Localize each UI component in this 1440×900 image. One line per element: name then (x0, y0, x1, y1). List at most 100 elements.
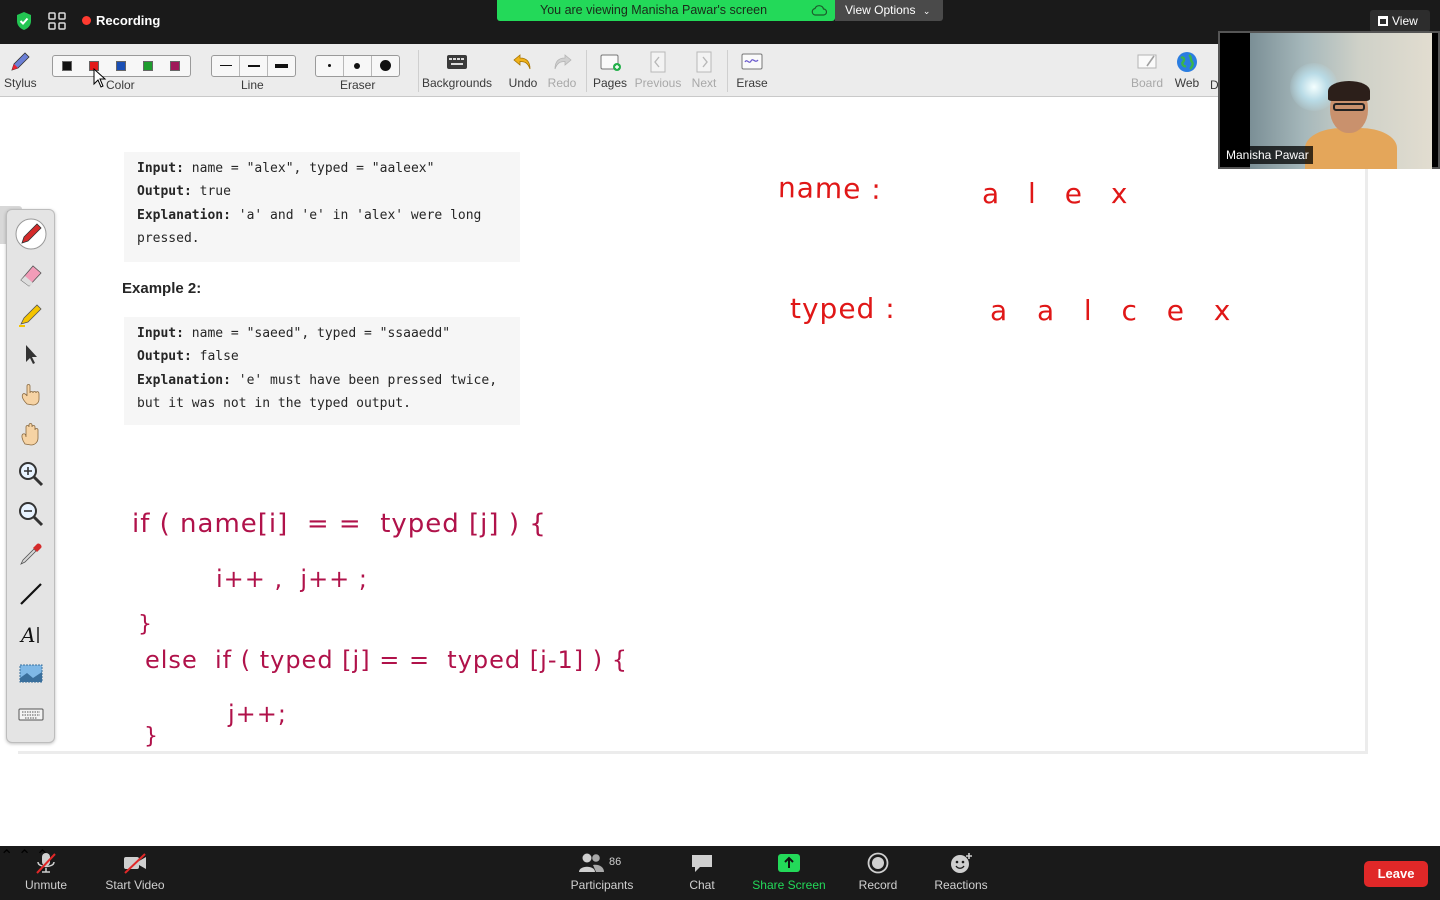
eyedropper-icon[interactable] (15, 538, 47, 570)
share-screen-arrow-icon (778, 854, 800, 872)
line-width-thick[interactable] (268, 56, 295, 76)
participants-button[interactable]: 86 Participants (566, 852, 638, 892)
glasses-icon (1333, 103, 1365, 111)
record-label: Record (858, 878, 898, 892)
pages-icon (600, 54, 621, 71)
redo-button[interactable]: Redo (545, 50, 579, 90)
toolbar-divider (586, 50, 587, 92)
line-width-thin[interactable] (212, 56, 240, 76)
pen-tool-icon[interactable] (15, 218, 47, 250)
leave-meeting-button[interactable]: Leave (1364, 861, 1428, 887)
gallery-grid-icon[interactable] (48, 12, 66, 30)
pointer-hand-icon[interactable] (15, 378, 47, 410)
line-width-selector[interactable] (211, 55, 296, 77)
view-button[interactable]: View (1370, 10, 1430, 32)
next-page-icon (696, 51, 712, 73)
example-1-explanation-line: Explanation: 'a' and 'e' in 'alex' were … (137, 204, 507, 227)
participants-label: Participants (570, 878, 634, 892)
backgrounds-label: Backgrounds (422, 76, 493, 90)
keyboard-icon[interactable] (15, 698, 47, 730)
line-width-medium[interactable] (240, 56, 268, 76)
reactions-button[interactable]: Reactions (930, 852, 992, 892)
highlighter-tool-icon[interactable] (15, 298, 47, 330)
eraser-size-medium[interactable] (344, 56, 372, 76)
color-picker[interactable] (52, 55, 191, 77)
example-1-input-line: Input: name = "alex", typed = "aaleex" (137, 157, 507, 180)
select-arrow-icon[interactable] (15, 338, 47, 370)
reactions-label: Reactions (934, 878, 988, 892)
color-swatch-green[interactable] (143, 61, 153, 71)
redo-label: Redo (547, 76, 577, 90)
eraser-size-small[interactable] (316, 56, 344, 76)
meeting-controls-bar: Unmute ⌃ Start Video ⌃ 86 Participants ⌃… (0, 846, 1440, 900)
explanation-value: 'a' and 'e' in 'alex' were long (230, 207, 482, 223)
color-swatch-blue[interactable] (116, 61, 126, 71)
pages-button[interactable]: Pages (591, 50, 629, 90)
previous-page-icon (650, 51, 666, 73)
image-tool-icon[interactable] (15, 658, 47, 690)
chat-button[interactable]: Chat (686, 852, 718, 892)
board-label: Board (1130, 76, 1164, 90)
zoom-in-icon[interactable] (15, 458, 47, 490)
cloud-icon (811, 5, 827, 16)
globe-icon (1177, 52, 1197, 72)
toolbar-divider (418, 50, 419, 92)
erase-label: Erase (736, 76, 768, 90)
example-2-output-line: Output: false (137, 345, 507, 368)
output-label: Output: (137, 184, 192, 200)
ink-typed-value: a a l c e x (990, 294, 1235, 327)
eraser-tool-icon[interactable] (15, 258, 47, 290)
recording-dot-icon (82, 16, 91, 25)
undo-button[interactable]: Undo (506, 50, 540, 90)
unmute-button[interactable]: Unmute (22, 852, 70, 892)
input-label: Input: (137, 326, 184, 341)
explanation-value: 'e' must have been pressed twice, (230, 372, 498, 388)
backgrounds-button[interactable]: Backgrounds (422, 50, 492, 90)
participant-name-label: Manisha Pawar (1222, 146, 1313, 164)
ink-code-line-1: if ( name[i] = = typed [j] ) { (132, 509, 547, 539)
stylus-icon (11, 52, 30, 71)
example-2-input-line: Input: name = "saeed", typed = "ssaaedd" (137, 322, 507, 345)
web-label: Web (1174, 76, 1200, 90)
example-2-explanation-line: Explanation: 'e' must have been pressed … (137, 369, 507, 392)
input-value: name = "alex", typed = "aaleex" (183, 161, 435, 176)
explanation-continuation: pressed. (137, 230, 200, 246)
pan-hand-icon[interactable] (15, 418, 47, 450)
output-value: false (191, 349, 239, 365)
color-label: Color (106, 78, 135, 92)
color-swatch-black[interactable] (62, 61, 72, 71)
share-screen-button[interactable]: Share Screen (749, 852, 829, 892)
record-button[interactable]: Record (855, 852, 901, 892)
recording-label: Recording (96, 13, 161, 28)
web-button[interactable]: Web (1171, 50, 1203, 90)
record-circle-icon (867, 852, 889, 874)
eraser-size-selector[interactable] (315, 55, 400, 77)
board-button[interactable]: Board (1129, 50, 1165, 90)
line-tool-icon[interactable] (15, 578, 47, 610)
video-off-camera-icon (124, 853, 146, 874)
redo-icon (554, 54, 572, 70)
ink-code-line-2: i++ , j++ ; (216, 565, 369, 593)
chat-bubble-icon (692, 855, 712, 872)
zoom-out-icon[interactable] (15, 498, 47, 530)
start-video-button[interactable]: Start Video (101, 852, 169, 892)
smiley-reaction-icon (951, 853, 972, 873)
ink-code-line-3: } (138, 612, 153, 637)
eraser-size-large[interactable] (372, 56, 399, 76)
audio-options-caret-icon[interactable]: ⌃ (0, 848, 13, 865)
stylus-tool[interactable]: Stylus (4, 50, 37, 90)
security-shield-icon[interactable] (14, 11, 34, 31)
output-value: true (191, 184, 231, 200)
erase-all-button[interactable]: Erase (734, 50, 770, 90)
previous-page-button[interactable]: Previous (633, 50, 683, 90)
view-options-dropdown[interactable]: View Options ⌄ (835, 0, 943, 21)
recording-indicator[interactable]: Recording (82, 13, 160, 28)
share-screen-label: Share Screen (752, 878, 826, 892)
next-page-button[interactable]: Next (688, 50, 720, 90)
viewing-screen-banner: You are viewing Manisha Pawar's screen (497, 0, 835, 21)
participant-video-tile[interactable]: Manisha Pawar (1218, 31, 1440, 169)
color-swatch-magenta[interactable] (170, 61, 180, 71)
mouse-cursor-icon (93, 68, 107, 88)
ink-code-line-6: } (144, 724, 159, 749)
text-tool-icon[interactable]: A (15, 618, 47, 650)
